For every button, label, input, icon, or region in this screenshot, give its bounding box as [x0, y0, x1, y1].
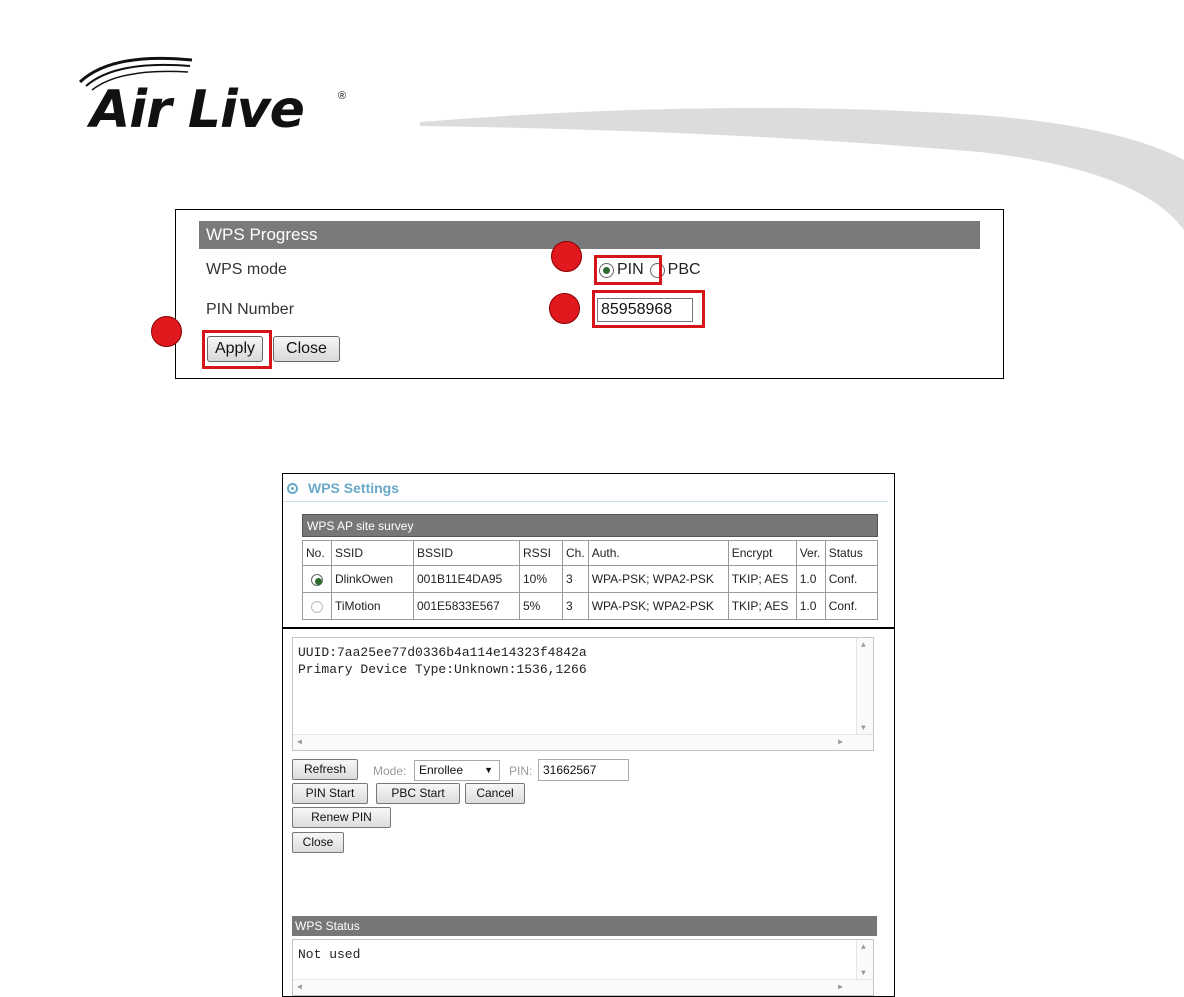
cancel-button[interactable]: Cancel — [465, 783, 525, 804]
wps-progress-header: WPS Progress — [199, 221, 980, 249]
col-bssid: BSSID — [413, 540, 520, 566]
site-survey-table: No. SSID BSSID RSSI Ch. Auth. Encrypt Ve… — [302, 540, 879, 620]
renew-pin-button[interactable]: Renew PIN — [292, 807, 391, 828]
col-ch: Ch. — [562, 540, 589, 566]
refresh-button[interactable]: Refresh — [292, 759, 358, 780]
mode-label: Mode: — [373, 764, 407, 778]
wps-controls-panel: UUID:7aa25ee77d0336b4a114e14323f4842a Pr… — [282, 628, 895, 997]
decorative-swoosh — [420, 107, 1184, 230]
col-ssid: SSID — [331, 540, 414, 566]
scroll-left-icon[interactable]: ◀ — [297, 737, 302, 747]
scroll-up-icon[interactable]: ▲ — [861, 641, 866, 650]
logo-text: Air Live — [90, 80, 305, 140]
wps-mode-label: WPS mode — [206, 261, 287, 278]
callout-marker-apply — [151, 316, 182, 347]
row-select-cell — [302, 565, 332, 593]
pbc-mode-label: PBC — [667, 261, 701, 278]
encrypt-cell: TKIP; AES — [727, 565, 797, 593]
row-select-radio[interactable] — [311, 600, 323, 613]
pin-label: PIN: — [509, 764, 533, 778]
chevron-down-icon: ▼ — [484, 765, 493, 775]
wps-settings-title-text: WPS Settings — [308, 480, 400, 496]
pin-input[interactable]: 31662567 — [538, 759, 629, 781]
col-rssi: RSSI — [519, 540, 563, 566]
bssid-cell: 001E5833E567 — [413, 592, 520, 620]
scroll-right-icon[interactable]: ▶ — [838, 737, 843, 747]
col-auth: Auth. — [587, 540, 729, 566]
vertical-scrollbar[interactable]: ▲ ▼ — [856, 638, 873, 735]
target-icon — [287, 483, 298, 494]
close-button-secondary[interactable]: Close — [292, 832, 344, 853]
table-header-row: No. SSID BSSID RSSI Ch. Auth. Encrypt Ve… — [302, 540, 879, 566]
table-row[interactable]: DlinkOwen 001B11E4DA95 10% 3 WPA-PSK; WP… — [302, 565, 879, 593]
mode-select-value: Enrollee — [419, 763, 464, 777]
callout-marker-mode — [551, 241, 582, 272]
table-row[interactable]: TiMotion 001E5833E567 5% 3 WPA-PSK; WPA2… — [302, 592, 879, 620]
col-no: No. — [302, 540, 332, 566]
channel-cell: 3 — [562, 565, 589, 593]
version-cell: 1.0 — [795, 592, 826, 620]
horizontal-scrollbar[interactable]: ◀ ▶ — [293, 734, 873, 750]
pin-number-label: PIN Number — [206, 301, 295, 318]
ssid-cell: DlinkOwen — [331, 565, 414, 593]
col-ver: Ver. — [795, 540, 826, 566]
wps-settings-panel: WPS Settings WPS AP site survey No. SSID… — [282, 473, 895, 628]
row-select-radio[interactable] — [311, 573, 323, 586]
ssid-cell: TiMotion — [331, 592, 414, 620]
uuid-line: UUID:7aa25ee77d0336b4a114e14323f4842a — [298, 645, 587, 660]
wps-status-header: WPS Status — [292, 916, 877, 936]
status-vertical-scrollbar[interactable]: ▲ ▼ — [856, 940, 873, 980]
mode-select[interactable]: Enrollee ▼ — [414, 760, 500, 781]
device-info-textarea[interactable]: UUID:7aa25ee77d0336b4a114e14323f4842a Pr… — [292, 637, 874, 751]
apply-highlight — [202, 330, 272, 369]
rssi-cell: 10% — [519, 565, 563, 593]
scroll-down-icon[interactable]: ▼ — [861, 724, 866, 733]
pbc-start-button[interactable]: PBC Start — [376, 783, 460, 804]
device-type-line: Primary Device Type:Unknown:1536,1266 — [298, 662, 587, 677]
scroll-up-icon[interactable]: ▲ — [861, 943, 866, 952]
status-horizontal-scrollbar[interactable]: ◀ ▶ — [293, 979, 873, 995]
logo-registered-mark: ® — [338, 90, 347, 102]
status-cell: Conf. — [824, 592, 879, 620]
title-divider — [283, 501, 888, 502]
version-cell: 1.0 — [795, 565, 826, 593]
encrypt-cell: TKIP; AES — [727, 592, 797, 620]
auth-cell: WPA-PSK; WPA2-PSK — [587, 565, 729, 593]
callout-marker-pin — [549, 293, 580, 324]
col-status: Status — [824, 540, 879, 566]
site-survey-header: WPS AP site survey — [302, 514, 878, 537]
auth-cell: WPA-PSK; WPA2-PSK — [587, 592, 729, 620]
rssi-cell: 5% — [519, 592, 563, 620]
col-encrypt: Encrypt — [727, 540, 797, 566]
status-cell: Conf. — [824, 565, 879, 593]
bssid-cell: 001B11E4DA95 — [413, 565, 520, 593]
device-info-text: UUID:7aa25ee77d0336b4a114e14323f4842a Pr… — [298, 644, 587, 678]
row-select-cell — [302, 592, 332, 620]
scroll-down-icon[interactable]: ▼ — [861, 969, 866, 978]
channel-cell: 3 — [562, 592, 589, 620]
pin-mode-highlight — [594, 255, 662, 285]
wps-status-textarea[interactable]: Not used ▲ ▼ ◀ ▶ — [292, 939, 874, 996]
wps-settings-title: WPS Settings — [287, 480, 399, 496]
wps-progress-panel: WPS Progress WPS mode PIN Number PIN PBC … — [151, 209, 1004, 379]
wps-status-text: Not used — [298, 947, 361, 962]
close-button[interactable]: Close — [273, 336, 340, 362]
pin-number-highlight — [592, 290, 705, 328]
pin-start-button[interactable]: PIN Start — [292, 783, 368, 804]
scroll-left-icon[interactable]: ◀ — [297, 982, 302, 992]
airlive-logo: Air Live ® — [72, 52, 362, 142]
scroll-right-icon[interactable]: ▶ — [838, 982, 843, 992]
